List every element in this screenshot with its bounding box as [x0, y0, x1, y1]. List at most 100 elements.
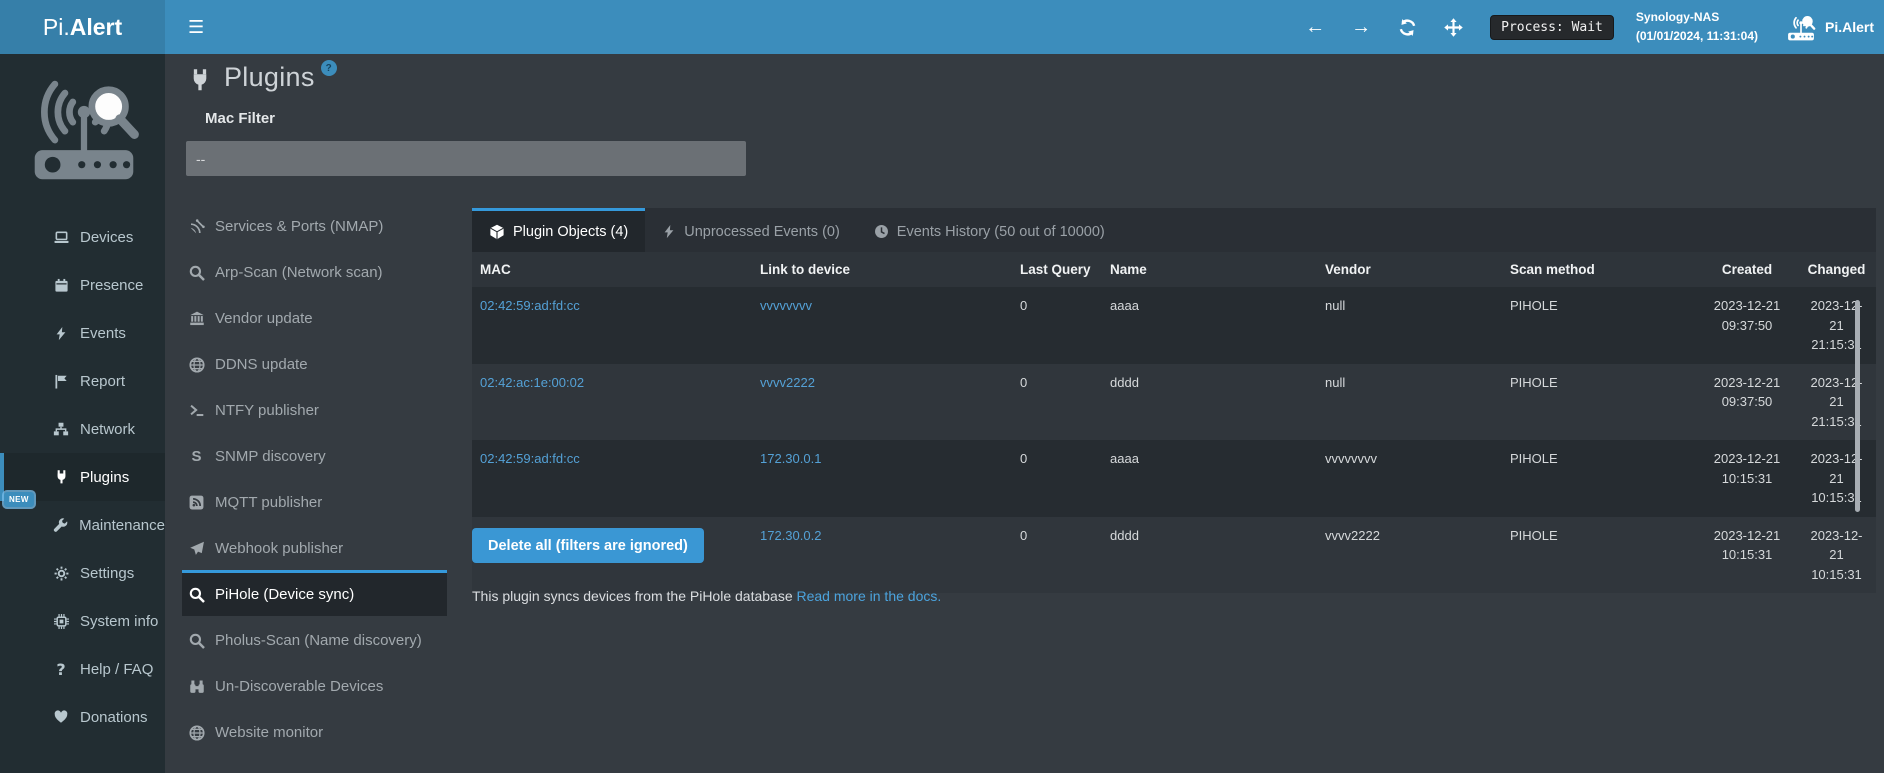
plugin-nav-item-ntfy-publisher[interactable]: NTFY publisher	[182, 386, 447, 432]
column-header-created[interactable]: Created	[1697, 252, 1797, 287]
hamburger-menu-icon[interactable]: ☰	[178, 0, 214, 54]
cell-last-query: 0	[1012, 364, 1102, 441]
back-arrow-icon[interactable]: ←	[1300, 12, 1330, 42]
page-header: Plugins ?	[188, 62, 337, 93]
plugin-nav-item-website-monitor[interactable]: Website monitor	[182, 708, 447, 754]
plugin-description-text: This plugin syncs devices from the PiHol…	[472, 588, 793, 604]
mac-filter-input[interactable]	[186, 141, 746, 176]
device-link[interactable]: 172.30.0.1	[760, 451, 821, 466]
heart-icon	[52, 710, 70, 724]
tab-plugin-objects-4[interactable]: Plugin Objects (4)	[472, 208, 645, 252]
cell-created: 2023-12-2110:15:31	[1697, 440, 1797, 517]
plugin-nav-item-label: Vendor update	[215, 310, 313, 327]
mac-link[interactable]: 02:42:59:ad:fd:cc	[480, 451, 580, 466]
device-link[interactable]: vvvvvvvv	[760, 298, 812, 313]
mac-link[interactable]: 02:42:59:ad:fd:cc	[480, 298, 580, 313]
sidebar-item-label: Maintenance	[79, 517, 165, 534]
docs-link[interactable]: Read more in the docs.	[797, 588, 942, 604]
sidebar-item-system-info[interactable]: System info	[0, 597, 165, 645]
bank-icon	[187, 311, 206, 326]
cell-mac-link: 02:42:59:ad:fd:cc	[472, 440, 752, 517]
table-row: 02:42:59:ad:fd:cc172.30.0.10aaaavvvvvvvv…	[472, 440, 1876, 517]
plugin-nav-item-un-discoverable-devices[interactable]: Un-Discoverable Devices	[182, 662, 447, 708]
plugin-nav-item-pholus-scan-name-discovery[interactable]: Pholus-Scan (Name discovery)	[182, 616, 447, 662]
brand-suffix: Alert	[70, 14, 122, 41]
sidebar-item-help-faq[interactable]: ? Help / FAQ	[0, 645, 165, 693]
sidebar-item-devices[interactable]: Devices	[0, 213, 165, 261]
cell-device-link: 172.30.0.2	[752, 517, 1012, 594]
column-header-vendor[interactable]: Vendor	[1317, 252, 1502, 287]
plugin-nav-item-services-ports-nmap[interactable]: Services & Ports (NMAP)	[182, 202, 447, 248]
move-arrows-icon[interactable]	[1438, 12, 1468, 42]
sidebar-item-settings[interactable]: Settings	[0, 549, 165, 597]
sidebar-item-donations[interactable]: Donations	[0, 693, 165, 741]
plugin-nav-item-mqtt-publisher[interactable]: MQTT publisher	[182, 478, 447, 524]
plugin-nav-item-label: Services & Ports (NMAP)	[215, 218, 383, 235]
sidebar-item-maintenance[interactable]: Maintenance NEW	[0, 501, 165, 549]
sidebar-item-label: System info	[80, 613, 158, 630]
satellite-icon	[187, 219, 206, 235]
cell-vendor: null	[1317, 364, 1502, 441]
tab-unprocessed-events-0[interactable]: Unprocessed Events (0)	[645, 208, 857, 252]
sidebar-item-label: Presence	[80, 277, 143, 294]
cell-changed: 2023-12-2110:15:31	[1797, 440, 1876, 517]
plugin-nav-item-label: PiHole (Device sync)	[215, 586, 354, 603]
cell-changed: 2023-12-2110:15:31	[1797, 517, 1876, 594]
plugin-nav-item-label: Website monitor	[215, 724, 323, 741]
sidebar-item-presence[interactable]: Presence	[0, 261, 165, 309]
cell-created: 2023-12-2110:15:31	[1697, 517, 1797, 594]
column-header-link-to-device[interactable]: Link to device	[752, 252, 1012, 287]
sidebar-item-label: Settings	[80, 565, 134, 582]
rss-square-icon	[187, 495, 206, 510]
cell-last-query: 0	[1012, 287, 1102, 364]
column-header-mac[interactable]: MAC	[472, 252, 752, 287]
sidebar-item-report[interactable]: Report	[0, 357, 165, 405]
plugin-nav-item-ddns-update[interactable]: DDNS update	[182, 340, 447, 386]
plugin-nav-item-webhook-publisher[interactable]: Webhook publisher	[182, 524, 447, 570]
plugin-description: This plugin syncs devices from the PiHol…	[472, 588, 941, 604]
brand-prefix: Pi.	[43, 14, 70, 41]
cell-last-query: 0	[1012, 440, 1102, 517]
cell-scan-method: PIHOLE	[1502, 440, 1697, 517]
column-header-last-query[interactable]: Last Query	[1012, 252, 1102, 287]
column-header-name[interactable]: Name	[1102, 252, 1317, 287]
sidebar-item-network[interactable]: Network	[0, 405, 165, 453]
help-badge-icon[interactable]: ?	[321, 60, 337, 76]
cell-last-query: 0	[1012, 517, 1102, 594]
globe-icon	[187, 357, 206, 373]
mac-link[interactable]: 02:42:ac:1e:00:02	[480, 375, 584, 390]
plugin-nav-item-snmp-discovery[interactable]: S SNMP discovery	[182, 432, 447, 478]
letter-s-icon: S	[187, 448, 206, 465]
column-header-scan-method[interactable]: Scan method	[1502, 252, 1697, 287]
sidebar-item-events[interactable]: Events	[0, 309, 165, 357]
app-badge[interactable]: Pi.Alert	[1786, 14, 1874, 41]
refresh-icon[interactable]	[1392, 12, 1422, 42]
plugin-nav-item-label: Un-Discoverable Devices	[215, 678, 383, 695]
forward-arrow-icon[interactable]: →	[1346, 12, 1376, 42]
plugin-nav-item-pihole-device-sync[interactable]: PiHole (Device sync)	[182, 570, 447, 616]
mac-filter-label: Mac Filter	[205, 110, 275, 127]
table-scrollbar[interactable]	[1855, 300, 1860, 512]
chip-icon	[52, 614, 70, 629]
sidebar-item-label: Network	[80, 421, 135, 438]
cell-scan-method: PIHOLE	[1502, 287, 1697, 364]
cube-icon	[489, 224, 505, 240]
plugin-nav-item-arp-scan-network-scan[interactable]: Arp-Scan (Network scan)	[182, 248, 447, 294]
plugin-nav-item-label: DDNS update	[215, 356, 308, 373]
tab-events-history-50-out-of-10000[interactable]: Events History (50 out of 10000)	[857, 208, 1122, 252]
brand-logo[interactable]: Pi.Alert	[0, 0, 165, 54]
table-row: 02:42:ac:1e:00:02vvvv22220ddddnullPIHOLE…	[472, 364, 1876, 441]
device-link[interactable]: 172.30.0.2	[760, 528, 821, 543]
cell-changed: 2023-12-2121:15:31	[1797, 364, 1876, 441]
plugin-nav-item-vendor-update[interactable]: Vendor update	[182, 294, 447, 340]
device-link[interactable]: vvvv2222	[760, 375, 815, 390]
device-info: Synology-NAS (01/01/2024, 11:31:04)	[1636, 8, 1758, 45]
cell-device-name: aaaa	[1102, 287, 1317, 364]
paper-plane-icon	[187, 541, 206, 556]
delete-all-button[interactable]: Delete all (filters are ignored)	[472, 528, 704, 563]
column-header-changed[interactable]: Changed	[1797, 252, 1876, 287]
search-icon	[187, 587, 206, 603]
globe-icon	[187, 725, 206, 741]
cell-vendor: vvvv2222	[1317, 517, 1502, 594]
terminal-icon	[187, 404, 206, 418]
